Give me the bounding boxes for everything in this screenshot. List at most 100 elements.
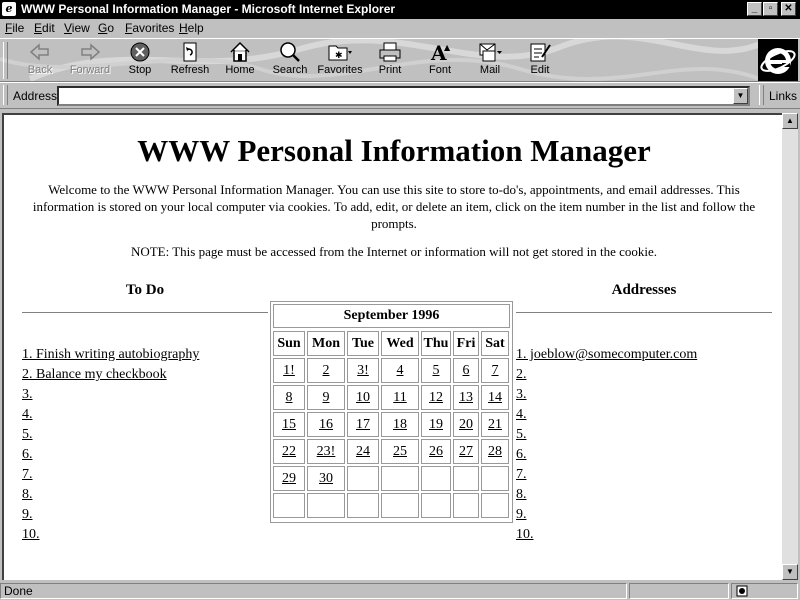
calendar-day[interactable]: 7 [481, 358, 509, 383]
calendar-day[interactable]: 1! [273, 358, 305, 383]
edit-button[interactable]: Edit [515, 41, 565, 81]
menu-file[interactable]: File [5, 21, 24, 35]
calendar-day-link[interactable]: 8 [286, 390, 293, 405]
menu-edit[interactable]: Edit [34, 21, 55, 35]
address-link-7[interactable]: 7. [516, 467, 527, 482]
calendar-day[interactable]: 10 [347, 385, 379, 410]
address-link-2[interactable]: 2. [516, 367, 527, 382]
calendar-day-link[interactable]: 7 [492, 363, 499, 378]
calendar-day[interactable]: 22 [273, 439, 305, 464]
calendar-day[interactable]: 9 [307, 385, 345, 410]
calendar-day[interactable]: 17 [347, 412, 379, 437]
forward-button[interactable]: Forward [65, 41, 115, 81]
calendar-day-link[interactable]: 15 [282, 417, 296, 432]
calendar-day-link[interactable]: 2 [323, 363, 330, 378]
calendar-day-link[interactable]: 20 [459, 417, 473, 432]
calendar-day[interactable]: 12 [421, 385, 451, 410]
address-link-6[interactable]: 6. [516, 447, 527, 462]
address-link-9[interactable]: 9. [516, 507, 527, 522]
maximize-button[interactable]: ▫ [763, 2, 778, 16]
scroll-up-icon[interactable]: ▲ [782, 113, 798, 129]
scroll-down-icon[interactable]: ▼ [782, 564, 798, 580]
todo-link-8[interactable]: 8. [22, 487, 33, 502]
calendar-day[interactable]: 13 [453, 385, 479, 410]
calendar-day-link[interactable]: 11 [393, 390, 406, 405]
toolbar-grip[interactable] [3, 42, 8, 79]
calendar-day[interactable]: 25 [381, 439, 419, 464]
calendar-day-link[interactable]: 1! [283, 363, 295, 378]
menu-favorites[interactable]: Favorites [125, 21, 174, 35]
calendar-day-link[interactable]: 4 [397, 363, 404, 378]
calendar-day-link[interactable]: 17 [356, 417, 370, 432]
mail-button[interactable]: Mail [465, 41, 515, 81]
calendar-day-link[interactable]: 19 [429, 417, 443, 432]
calendar-day-link[interactable]: 13 [459, 390, 473, 405]
todo-link-10[interactable]: 10. [22, 527, 40, 542]
address-link-1[interactable]: 1. joeblow@somecomputer.com [516, 347, 697, 362]
calendar-day[interactable]: 16 [307, 412, 345, 437]
print-button[interactable]: Print [365, 41, 415, 81]
vertical-scrollbar[interactable]: ▲ ▼ [782, 113, 798, 580]
calendar-day-link[interactable]: 30 [319, 471, 333, 486]
calendar-day-link[interactable]: 28 [488, 444, 502, 459]
calendar-day[interactable]: 3! [347, 358, 379, 383]
links-button[interactable]: Links [769, 89, 797, 103]
address-link-10[interactable]: 10. [516, 527, 534, 542]
ie-app-icon[interactable]: e [2, 2, 16, 16]
calendar-day[interactable]: 18 [381, 412, 419, 437]
calendar-day[interactable]: 24 [347, 439, 379, 464]
calendar-day-link[interactable]: 27 [459, 444, 473, 459]
todo-link-9[interactable]: 9. [22, 507, 33, 522]
menu-help[interactable]: Help [179, 21, 204, 35]
calendar-day[interactable]: 29 [273, 466, 305, 491]
calendar-day[interactable]: 30 [307, 466, 345, 491]
address-grip[interactable] [3, 85, 8, 105]
calendar-day-link[interactable]: 16 [319, 417, 333, 432]
calendar-day[interactable]: 6 [453, 358, 479, 383]
stop-button[interactable]: Stop [115, 41, 165, 81]
calendar-day[interactable]: 20 [453, 412, 479, 437]
calendar-day-link[interactable]: 12 [429, 390, 443, 405]
calendar-day-link[interactable]: 9 [323, 390, 330, 405]
calendar-day[interactable]: 2 [307, 358, 345, 383]
search-button[interactable]: Search [265, 41, 315, 81]
todo-link-5[interactable]: 5. [22, 427, 33, 442]
todo-link-2[interactable]: 2. Balance my checkbook [22, 367, 167, 382]
calendar-day[interactable]: 11 [381, 385, 419, 410]
menu-view[interactable]: View [64, 21, 90, 35]
calendar-day-link[interactable]: 5 [433, 363, 440, 378]
calendar-day-link[interactable]: 22 [282, 444, 296, 459]
address-input[interactable] [57, 86, 750, 106]
minimize-button[interactable]: _ [747, 2, 762, 16]
back-button[interactable]: Back [15, 41, 65, 81]
refresh-button[interactable]: Refresh [165, 41, 215, 81]
close-button[interactable]: ✕ [781, 2, 796, 16]
calendar-day[interactable]: 14 [481, 385, 509, 410]
calendar-day[interactable]: 21 [481, 412, 509, 437]
calendar-day-link[interactable]: 14 [488, 390, 502, 405]
address-dropdown-icon[interactable]: ▼ [733, 88, 748, 104]
address-link-8[interactable]: 8. [516, 487, 527, 502]
calendar-day[interactable]: 26 [421, 439, 451, 464]
favorites-button[interactable]: ✱ Favorites [315, 41, 365, 81]
calendar-day[interactable]: 27 [453, 439, 479, 464]
calendar-day-link[interactable]: 6 [463, 363, 470, 378]
calendar-day-link[interactable]: 21 [488, 417, 502, 432]
calendar-day-link[interactable]: 29 [282, 471, 296, 486]
calendar-day[interactable]: 4 [381, 358, 419, 383]
menu-go[interactable]: Go [98, 21, 114, 35]
calendar-day[interactable]: 28 [481, 439, 509, 464]
todo-link-6[interactable]: 6. [22, 447, 33, 462]
address-link-5[interactable]: 5. [516, 427, 527, 442]
calendar-day-link[interactable]: 18 [393, 417, 407, 432]
calendar-day-link[interactable]: 3! [357, 363, 369, 378]
calendar-day-link[interactable]: 23! [317, 444, 336, 459]
todo-link-4[interactable]: 4. [22, 407, 33, 422]
todo-link-1[interactable]: 1. Finish writing autobiography [22, 347, 199, 362]
home-button[interactable]: Home [215, 41, 265, 81]
calendar-day-link[interactable]: 24 [356, 444, 370, 459]
address-link-4[interactable]: 4. [516, 407, 527, 422]
calendar-day[interactable]: 23! [307, 439, 345, 464]
calendar-day[interactable]: 8 [273, 385, 305, 410]
todo-link-7[interactable]: 7. [22, 467, 33, 482]
